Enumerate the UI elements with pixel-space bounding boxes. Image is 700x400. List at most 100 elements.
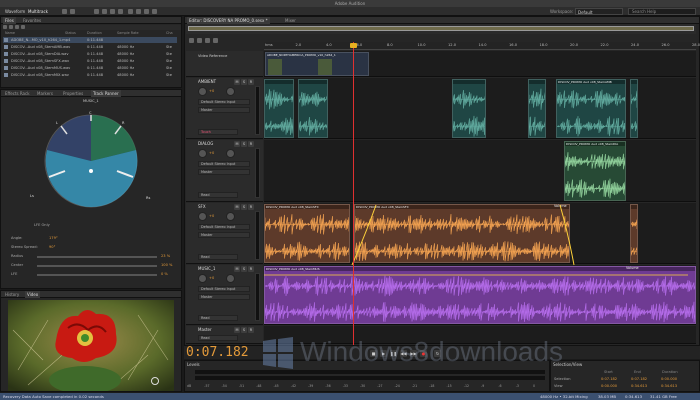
panner-param-value[interactable]: 90° [49,245,55,249]
view-end[interactable]: 0:34.613 [631,384,647,388]
panner-param-slider[interactable] [37,256,157,258]
tab-properties[interactable]: Properties [61,90,85,97]
inputs-outputs-icon[interactable] [213,38,218,43]
fx-icon[interactable] [189,38,194,43]
lasso-tool-icon[interactable] [136,9,141,14]
audio-clip[interactable] [528,79,546,138]
record-arm-button[interactable]: R [248,327,254,333]
tab-editor-session[interactable]: Editor: DISCOVERY NA PROMO_0.sesx * [187,17,270,24]
track-input-select[interactable]: Default Stereo Input [198,286,250,292]
panner-param-value[interactable]: 100 % [161,263,172,267]
track-header-dialog[interactable]: DIALOG M S R +0 Default Stereo Input Master Rea… [186,140,263,202]
tab-track-panner[interactable]: Track Panner [91,90,121,97]
volume-value[interactable]: +0 [209,89,214,93]
volume-knob[interactable] [198,212,207,221]
track-header-ambient[interactable]: AMBIENT M S R +0 Default Stereo Input Master To… [186,78,263,139]
automation-mode-select[interactable]: Touch [198,129,238,135]
view-start[interactable]: 0:00.000 [601,384,617,388]
volume-knob[interactable] [198,274,207,283]
mute-button[interactable]: M [234,266,240,272]
fullscreen-icon[interactable] [151,377,159,385]
razor-tool-icon[interactable] [102,9,107,14]
overview-navigator[interactable] [186,24,696,34]
tool-icon[interactable] [70,9,75,14]
track-output-select[interactable]: Master [198,232,250,238]
track-output-select[interactable]: Master [198,169,250,175]
tab-markers[interactable]: Markers [35,90,55,97]
column-channels[interactable]: Cha [166,31,173,36]
record-arm-button[interactable]: R [248,79,254,85]
track-output-select[interactable]: Master [198,107,250,113]
tool-icon[interactable] [62,9,67,14]
zoom-navigator-bar[interactable] [188,26,694,31]
time-selection-tool-icon[interactable] [118,9,123,14]
track-output-select[interactable]: Master [198,294,250,300]
track-name[interactable]: SFX [198,204,206,209]
mute-button[interactable]: M [234,327,240,333]
volume-value[interactable]: +0 [209,276,214,280]
time-ruler[interactable]: hms 2.0 4.0 6.0 8.0 10.0 12.0 14.0 16.0 18.0 20.0 2… [264,42,700,50]
waveform-button[interactable]: Waveform [3,8,27,15]
spot-healing-tool-icon[interactable] [152,9,157,14]
track-input-select[interactable]: Default Stereo Input [198,161,250,167]
send-icon[interactable] [197,38,202,43]
volume-knob[interactable] [198,149,207,158]
record-arm-button[interactable]: R [248,266,254,272]
video-track-header[interactable]: Video Reference [186,51,263,77]
view-duration[interactable]: 0:34.613 [661,384,677,388]
track-name[interactable]: DIALOG [198,141,213,146]
track-header-music_1[interactable]: MUSIC_1 M S R +0 Default Stereo Input Master Re… [186,265,263,325]
track-name[interactable]: AMBIENT [198,79,216,84]
audio-clip[interactable] [452,79,486,138]
search-input[interactable]: Search Help [628,8,696,15]
solo-button[interactable]: S [241,266,247,272]
open-file-icon[interactable] [9,25,13,29]
tab-mixer[interactable]: Mixer [283,17,298,24]
file-list-row[interactable]: ADOBE_N...MO_v10_h264_1.mp4 0:11.448 [3,37,177,43]
eq-icon[interactable] [205,38,210,43]
volume-value[interactable]: +0 [209,214,214,218]
close-file-icon[interactable] [21,25,25,29]
track-input-select[interactable]: Default Stereo Input [198,224,250,230]
new-file-icon[interactable] [3,25,7,29]
move-tool-icon[interactable] [94,9,99,14]
selection-end[interactable]: 0:07.182 [631,377,647,381]
lfe-only-checkbox[interactable]: LFE Only [34,223,50,227]
pan-knob[interactable] [226,149,235,158]
panner-param-slider[interactable] [37,265,157,267]
track-lane[interactable]: DISCOV_PROMO Aud v08_StemDIA [264,140,696,202]
track-header-sfx[interactable]: SFX M S R +0 Default Stereo Input Master Read [186,203,263,264]
playhead[interactable] [353,42,354,345]
automation-mode-select[interactable]: Read [198,254,238,260]
column-status[interactable]: Status [65,31,76,36]
panner-param-value[interactable]: 179° [49,236,58,240]
volume-knob[interactable] [198,87,207,96]
solo-button[interactable]: S [241,79,247,85]
tab-favorites[interactable]: Favorites [21,17,43,24]
column-name[interactable]: Name [5,31,15,36]
audio-clip[interactable]: DISCOV_PROMO Aud v08_StemAMB [556,79,626,138]
current-time-display[interactable]: 0:07.182 [186,345,249,360]
tab-files[interactable]: Files [3,17,16,24]
automation-mode-select[interactable]: Read [198,315,238,321]
record-arm-button[interactable]: R [248,141,254,147]
solo-button[interactable]: S [241,327,247,333]
panner-param-slider[interactable] [37,274,157,276]
tab-history[interactable]: History [3,291,21,298]
surround-panner[interactable] [31,105,151,217]
column-sample-rate[interactable]: Sample Rate [117,31,139,36]
track-name[interactable]: MUSIC_1 [198,266,215,271]
selection-duration[interactable]: 0:00.000 [661,377,677,381]
track-lane[interactable]: DISCOV_PROMO Aud v08_StemAMB [264,78,696,139]
selection-start[interactable]: 0:07.182 [601,377,617,381]
solo-button[interactable]: S [241,204,247,210]
brush-tool-icon[interactable] [144,9,149,14]
audio-clip[interactable] [298,79,328,138]
multitrack-button[interactable]: Multitrack [26,8,50,15]
pan-knob[interactable] [226,212,235,221]
solo-button[interactable]: S [241,141,247,147]
playhead-handle[interactable] [350,43,357,48]
volume-value[interactable]: +0 [209,151,214,155]
mute-button[interactable]: M [234,141,240,147]
audio-clip[interactable] [264,79,294,138]
